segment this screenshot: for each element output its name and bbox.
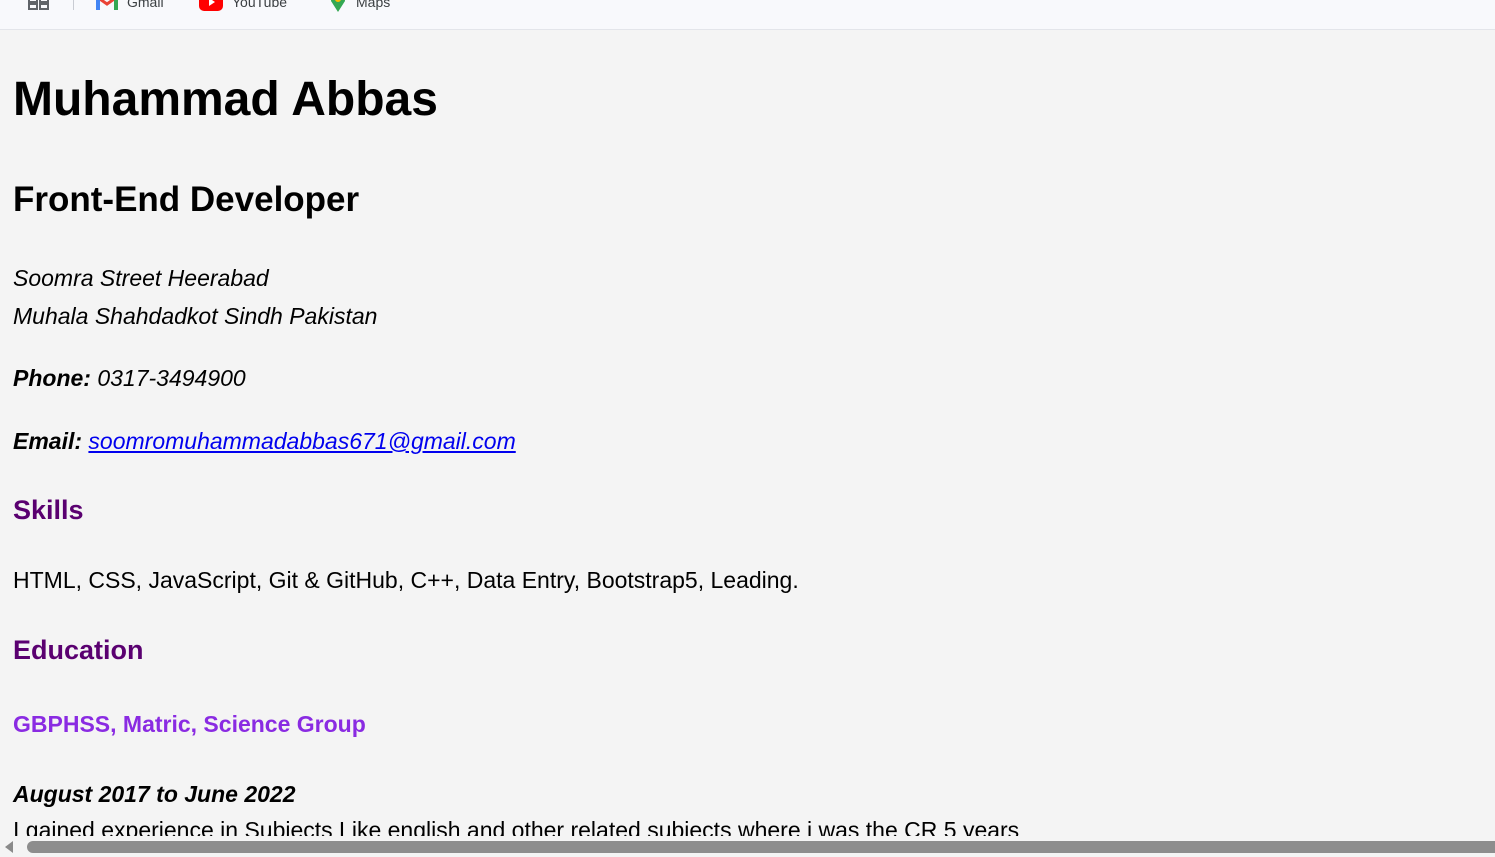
address-line-1: Soomra Street Heerabad xyxy=(13,265,269,291)
bookmark-label: Maps xyxy=(356,0,391,10)
bookmark-gmail[interactable]: Gmail xyxy=(96,0,164,12)
youtube-icon xyxy=(199,0,223,11)
maps-icon xyxy=(331,0,345,12)
skills-text: HTML, CSS, JavaScript, Git & GitHub, C++… xyxy=(13,567,799,593)
bookmarks-bar: Gmail YouTube Maps xyxy=(0,0,1495,30)
apps-grid-icon[interactable] xyxy=(28,0,50,10)
bookmark-label: Gmail xyxy=(127,0,164,10)
bookmarks-separator xyxy=(73,0,74,10)
email-link[interactable]: soomromuhammadabbas671@gmail.com xyxy=(88,428,515,454)
address-line-2: Muhala Shahdadkot Sindh Pakistan xyxy=(13,303,378,329)
bookmark-label: YouTube xyxy=(232,0,288,10)
gmail-icon xyxy=(96,0,118,10)
scrollbar-thumb[interactable] xyxy=(27,841,1495,853)
resume-role: Front-End Developer xyxy=(13,180,360,219)
phone-label: Phone: xyxy=(13,365,91,391)
phone-value: 0317-3494900 xyxy=(97,365,246,391)
email-line: Email: soomromuhammadabbas671@gmail.com xyxy=(13,427,516,455)
education-heading: Education xyxy=(13,635,144,665)
skills-heading: Skills xyxy=(13,495,84,525)
email-label: Email: xyxy=(13,428,83,454)
horizontal-scrollbar[interactable] xyxy=(0,836,1495,857)
bookmark-youtube[interactable]: YouTube xyxy=(199,0,287,12)
resume-name: Muhammad Abbas xyxy=(13,73,438,126)
bookmark-maps[interactable]: Maps xyxy=(329,0,390,12)
school-title: GBPHSS, Matric, Science Group xyxy=(13,711,366,737)
phone-line: Phone: 0317-3494900 xyxy=(13,364,246,392)
scroll-left-arrow-icon[interactable] xyxy=(5,841,13,853)
education-dates: August 2017 to June 2022 xyxy=(13,781,296,807)
